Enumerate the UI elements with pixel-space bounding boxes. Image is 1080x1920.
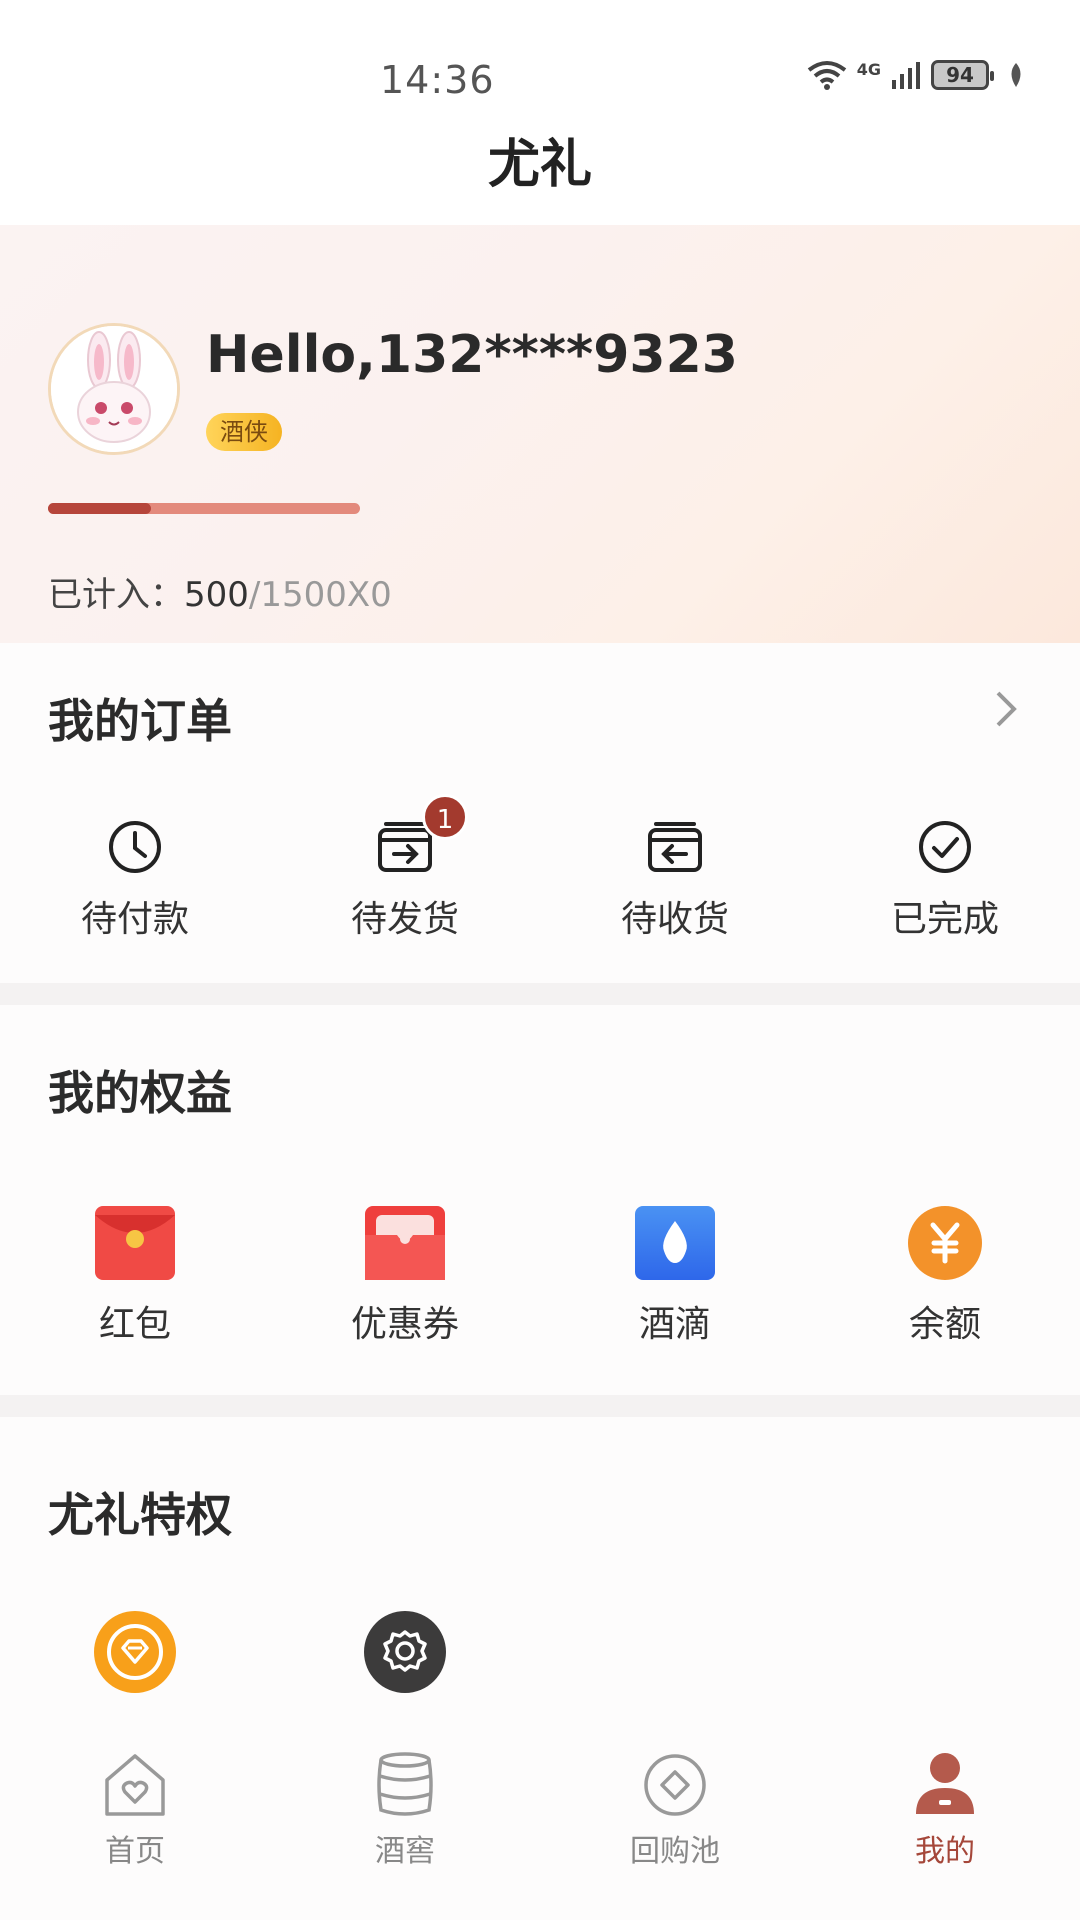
order-label: 待付款 <box>80 899 189 940</box>
tab-buyback-pool[interactable]: 回购池 <box>540 1724 810 1920</box>
signal-icon <box>892 62 920 89</box>
order-pending-payment[interactable]: 待付款 <box>0 818 270 942</box>
target-icon <box>644 1754 706 1816</box>
chevron-right-icon[interactable] <box>992 689 1020 729</box>
tab-mine[interactable]: 我的 <box>810 1724 1080 1920</box>
privilege-settings[interactable] <box>270 1610 540 1694</box>
tab-home[interactable]: 首页 <box>0 1724 270 1920</box>
tab-label: 酒窖 <box>375 1834 435 1869</box>
privileges-title: 尤礼特权 <box>48 1488 232 1542</box>
settings-icon <box>364 1611 446 1693</box>
benefits-section: 我的权益 红包 优惠券 酒滴 余额 <box>0 1005 1080 1395</box>
order-completed[interactable]: 已完成 <box>810 818 1080 942</box>
counted-current: 500 <box>184 575 249 615</box>
order-label: 待收货 <box>620 899 729 940</box>
benefit-label: 酒滴 <box>638 1304 711 1345</box>
benefit-balance[interactable]: 余额 <box>810 1205 1080 1347</box>
status-time: 14:36 <box>380 58 495 102</box>
benefit-drop[interactable]: 酒滴 <box>540 1205 810 1347</box>
order-pending-shipment[interactable]: 1 待发货 <box>270 794 540 942</box>
nav-bar: 尤礼 <box>0 110 1080 225</box>
battery-icon: 94 <box>931 60 994 90</box>
counted-total: /1500X0 <box>248 575 392 615</box>
tab-label: 首页 <box>105 1834 165 1869</box>
status-bar: 14:36 4G 94 <box>0 0 1080 110</box>
benefit-label: 优惠券 <box>350 1304 459 1345</box>
avatar[interactable] <box>48 323 180 455</box>
orders-title: 我的订单 <box>48 694 232 748</box>
coupon-icon <box>365 1206 445 1280</box>
wifi-icon <box>807 61 846 90</box>
benefit-red-envelope[interactable]: 红包 <box>0 1205 270 1347</box>
clock-icon <box>109 821 161 873</box>
barrel-icon <box>377 1752 433 1816</box>
tab-label: 我的 <box>915 1834 975 1869</box>
section-divider <box>0 983 1080 1005</box>
battery-level: 94 <box>946 63 974 87</box>
benefit-label: 余额 <box>908 1304 981 1345</box>
rabbit-avatar-icon <box>51 326 177 452</box>
level-progress-bar <box>48 503 360 514</box>
bottom-tab-bar: 首页 酒窖 回购池 我的 <box>0 1724 1080 1920</box>
orders-grid: 待付款 1 待发货 待收货 已完成 <box>0 794 1080 942</box>
notification-badge: 1 <box>422 794 468 840</box>
benefit-label: 红包 <box>98 1304 171 1345</box>
benefits-grid: 红包 优惠券 酒滴 余额 <box>0 1205 1080 1347</box>
privileges-section: 尤礼特权 <box>0 1417 1080 1724</box>
privileges-grid <box>0 1610 1080 1694</box>
counted-label: 已计入： <box>48 575 184 615</box>
home-heart-icon <box>105 1754 165 1816</box>
status-icons: 4G 94 <box>807 60 1025 90</box>
order-label: 已完成 <box>890 899 999 940</box>
level-badge: 酒侠 <box>206 413 282 451</box>
benefit-coupon[interactable]: 优惠券 <box>270 1205 540 1347</box>
box-in-icon <box>648 822 702 872</box>
section-divider <box>0 1395 1080 1417</box>
order-label: 待发货 <box>350 899 459 940</box>
my-page: 14:36 4G 94 尤礼 Hello,132****9323 酒侠 已计入：… <box>0 0 1080 1920</box>
tab-label: 回购池 <box>630 1834 720 1869</box>
yuan-coin-icon <box>908 1206 982 1280</box>
page-title: 尤礼 <box>487 135 592 195</box>
user-greeting: Hello,132****9323 <box>206 325 738 385</box>
leaf-icon <box>1011 63 1021 87</box>
tab-cellar[interactable]: 酒窖 <box>270 1724 540 1920</box>
orders-section: 我的订单 待付款 1 待发货 待收货 已完成 <box>0 643 1080 983</box>
privilege-diamond[interactable] <box>0 1610 270 1694</box>
diamond-icon <box>94 1611 176 1693</box>
check-circle-icon <box>919 821 971 873</box>
red-envelope-icon <box>95 1206 175 1280</box>
level-progress-fill <box>48 503 151 514</box>
drop-icon <box>635 1206 715 1280</box>
profile-header: Hello,132****9323 酒侠 已计入：500/1500X0 <box>0 225 1080 643</box>
network-label: 4G <box>856 60 881 79</box>
user-icon <box>916 1753 974 1814</box>
benefits-title: 我的权益 <box>48 1066 232 1120</box>
counted-text: 已计入：500/1500X0 <box>48 567 392 616</box>
order-pending-receipt[interactable]: 待收货 <box>540 818 810 942</box>
